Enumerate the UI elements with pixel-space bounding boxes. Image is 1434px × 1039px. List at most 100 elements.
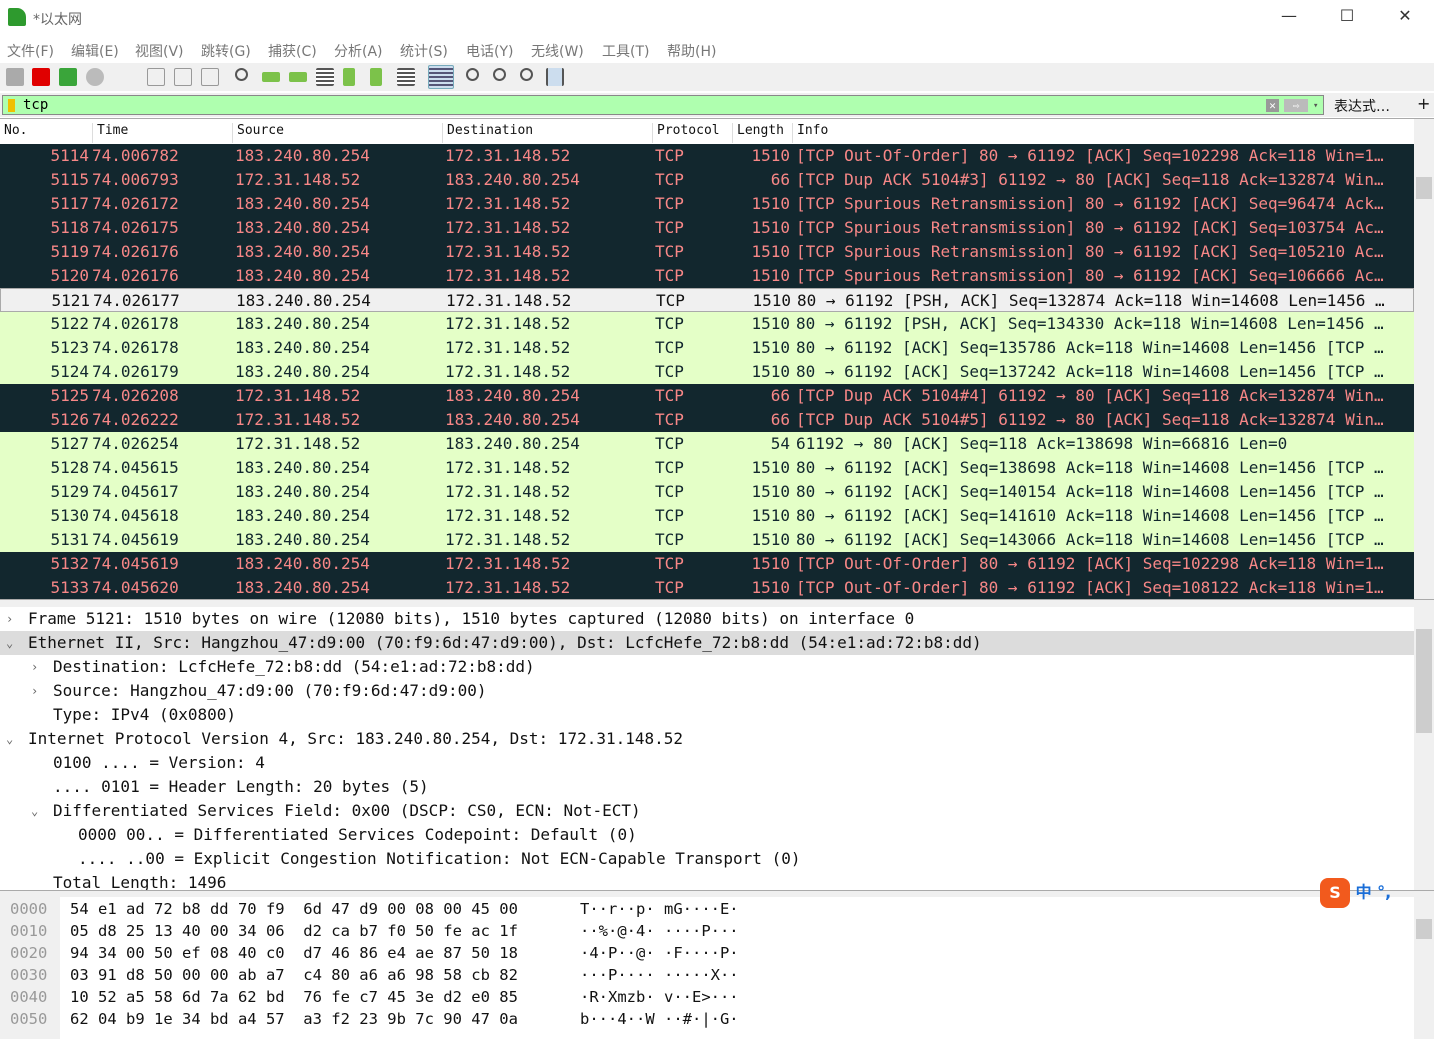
menu-wireless[interactable]: 无线(W)	[531, 41, 584, 61]
column-header-source[interactable]: Source	[232, 123, 284, 143]
hex-offset[interactable]: 0040	[10, 986, 47, 1008]
packet-row[interactable]: 5126 74.026222 172.31.148.52 183.240.80.254…	[0, 408, 1414, 432]
hex-bytes[interactable]: 03 91 d8 50 00 00 ab a7 c4 80 a6 a6 98 5…	[70, 964, 518, 986]
menu-statistics[interactable]: 统计(S)	[400, 41, 448, 61]
packet-row[interactable]: 5132 74.045619 183.240.80.254 172.31.148.52…	[0, 552, 1414, 576]
packet-row[interactable]: 5118 74.026175 183.240.80.254 172.31.148.52…	[0, 216, 1414, 240]
scrollbar-thumb[interactable]	[1416, 919, 1432, 939]
scrollbar-thumb[interactable]	[1416, 177, 1432, 199]
expand-arrow-icon[interactable]: ›	[6, 607, 13, 631]
find-packet-icon[interactable]	[235, 68, 248, 81]
packet-row[interactable]: 5131 74.045619 183.240.80.254 172.31.148.52…	[0, 528, 1414, 552]
first-packet-icon[interactable]	[343, 68, 355, 86]
clear-filter-icon[interactable]: ✕	[1266, 99, 1279, 112]
hex-bytes[interactable]: 94 34 00 50 ef 08 40 c0 d7 46 86 e4 ae 8…	[70, 942, 518, 964]
packet-row[interactable]: 5128 74.045615 183.240.80.254 172.31.148.52…	[0, 456, 1414, 480]
hex-bytes[interactable]: 54 e1 ad 72 b8 dd 70 f9 6d 47 d9 00 08 0…	[70, 898, 518, 920]
hex-offset[interactable]: 0020	[10, 942, 47, 964]
hex-ascii[interactable]: b···4··W ··#·|·G·	[580, 1008, 739, 1030]
bytes-scrollbar[interactable]	[1414, 897, 1434, 1039]
detail-row[interactable]: › Source: Hangzhou_47:d9:00 (70:f9:6d:47:…	[0, 679, 1414, 703]
hex-offset[interactable]: 0030	[10, 964, 47, 986]
column-header-no[interactable]: No.	[0, 123, 27, 143]
packet-row[interactable]: 5120 74.026176 183.240.80.254 172.31.148.52…	[0, 264, 1414, 288]
colorize-icon[interactable]	[428, 65, 454, 89]
menu-tools[interactable]: 工具(T)	[602, 41, 649, 61]
restart-capture-icon[interactable]	[59, 68, 77, 86]
packet-row[interactable]: 5130 74.045618 183.240.80.254 172.31.148.52…	[0, 504, 1414, 528]
go-back-icon[interactable]	[262, 72, 280, 82]
packet-row[interactable]: 5114 74.006782 183.240.80.254 172.31.148.52…	[0, 144, 1414, 168]
minimize-button[interactable]: —	[1274, 6, 1304, 28]
detail-row[interactable]: ⌄ Ethernet II, Src: Hangzhou_47:d9:00 (70…	[0, 631, 1414, 655]
filter-dropdown-icon[interactable]: ▾	[1313, 97, 1318, 115]
detail-row[interactable]: 0100 .... = Version: 4	[0, 751, 1414, 775]
close-file-icon[interactable]	[174, 68, 192, 86]
menu-file[interactable]: 文件(F)	[7, 41, 54, 61]
detail-row[interactable]: › Destination: LcfcHefe_72:b8:dd (54:e1:a…	[0, 655, 1414, 679]
detail-row[interactable]: ⌄ Differentiated Services Field: 0x00 (DS…	[0, 799, 1414, 823]
expression-button[interactable]: 表达式…	[1334, 96, 1390, 116]
menu-view[interactable]: 视图(V)	[135, 41, 184, 61]
menu-analyze[interactable]: 分析(A)	[334, 41, 383, 61]
resize-columns-icon[interactable]	[546, 68, 564, 86]
detail-row[interactable]: ⌄ Internet Protocol Version 4, Src: 183.2…	[0, 727, 1414, 751]
go-forward-icon[interactable]	[289, 72, 307, 82]
packet-row[interactable]: 5124 74.026179 183.240.80.254 172.31.148.52…	[0, 360, 1414, 384]
hex-ascii[interactable]: T··r··p· mG····E·	[580, 898, 739, 920]
expand-arrow-icon[interactable]: ›	[31, 655, 38, 679]
packet-row[interactable]: 5123 74.026178 183.240.80.254 172.31.148.52…	[0, 336, 1414, 360]
menu-go[interactable]: 跳转(G)	[201, 41, 251, 61]
apply-filter-icon[interactable]: ⇨	[1284, 99, 1308, 112]
packet-row[interactable]: 5115 74.006793 172.31.148.52 183.240.80.254…	[0, 168, 1414, 192]
column-header-protocol[interactable]: Protocol	[652, 123, 720, 143]
bookmark-icon[interactable]	[8, 99, 15, 112]
column-header-length[interactable]: Length	[732, 123, 784, 143]
maximize-button[interactable]: ☐	[1332, 6, 1362, 28]
collapse-arrow-icon[interactable]: ⌄	[31, 799, 38, 823]
hex-offset[interactable]: 0010	[10, 920, 47, 942]
add-filter-button[interactable]: +	[1417, 94, 1430, 113]
menu-edit[interactable]: 编辑(E)	[71, 41, 119, 61]
menu-capture[interactable]: 捕获(C)	[268, 41, 317, 61]
last-packet-icon[interactable]	[370, 68, 382, 86]
packet-row[interactable]: 5127 74.026254 172.31.148.52 183.240.80.254…	[0, 432, 1414, 456]
autoscroll-icon[interactable]	[397, 68, 415, 86]
detail-row[interactable]: .... 0101 = Header Length: 20 bytes (5)	[0, 775, 1414, 799]
hex-offset[interactable]: 0050	[10, 1008, 47, 1030]
packet-row[interactable]: 5125 74.026208 172.31.148.52 183.240.80.254…	[0, 384, 1414, 408]
menu-help[interactable]: 帮助(H)	[667, 41, 716, 61]
detail-row[interactable]: 0000 00.. = Differentiated Services Code…	[0, 823, 1414, 847]
scrollbar-thumb[interactable]	[1416, 629, 1432, 733]
hex-ascii[interactable]: ···P···· ·····X··	[580, 964, 739, 986]
open-file-icon[interactable]	[147, 68, 165, 86]
pane-splitter[interactable]	[0, 599, 1434, 607]
column-header-time[interactable]: Time	[92, 123, 128, 143]
collapse-arrow-icon[interactable]: ⌄	[6, 631, 13, 655]
packet-list-scrollbar[interactable]	[1414, 119, 1434, 600]
start-capture-icon[interactable]	[6, 68, 24, 86]
hex-ascii[interactable]: ··%·@·4· ····P···	[580, 920, 739, 942]
packet-row[interactable]: 5121 74.026177 183.240.80.254 172.31.148.52…	[0, 288, 1414, 312]
pane-splitter[interactable]	[0, 890, 1434, 897]
normal-size-icon[interactable]	[520, 68, 533, 81]
column-header-info[interactable]: Info	[792, 123, 828, 143]
details-scrollbar[interactable]	[1414, 607, 1434, 890]
display-filter-input[interactable]: tcp ✕ ⇨ ▾	[2, 95, 1324, 115]
expand-arrow-icon[interactable]: ›	[31, 679, 38, 703]
hex-bytes[interactable]: 62 04 b9 1e 34 bd a4 57 a3 f2 23 9b 7c 9…	[70, 1008, 518, 1030]
collapse-arrow-icon[interactable]: ⌄	[6, 727, 13, 751]
detail-row[interactable]: › Frame 5121: 1510 bytes on wire (12080 b…	[0, 607, 1414, 631]
hex-offset[interactable]: 0000	[10, 898, 47, 920]
hex-bytes[interactable]: 10 52 a5 58 6d 7a 62 bd 76 fe c7 45 3e d…	[70, 986, 518, 1008]
detail-row[interactable]: .... ..00 = Explicit Congestion Notifica…	[0, 847, 1414, 871]
close-button[interactable]: ✕	[1390, 6, 1420, 28]
detail-row[interactable]: Total Length: 1496	[0, 871, 1414, 890]
go-to-packet-icon[interactable]	[316, 68, 334, 86]
capture-options-icon[interactable]	[86, 68, 104, 86]
hex-ascii[interactable]: ·4·P··@· ·F····P·	[580, 942, 739, 964]
detail-row[interactable]: Type: IPv4 (0x0800)	[0, 703, 1414, 727]
reload-file-icon[interactable]	[201, 68, 219, 86]
packet-row[interactable]: 5117 74.026172 183.240.80.254 172.31.148.52…	[0, 192, 1414, 216]
packet-row[interactable]: 5119 74.026176 183.240.80.254 172.31.148.52…	[0, 240, 1414, 264]
